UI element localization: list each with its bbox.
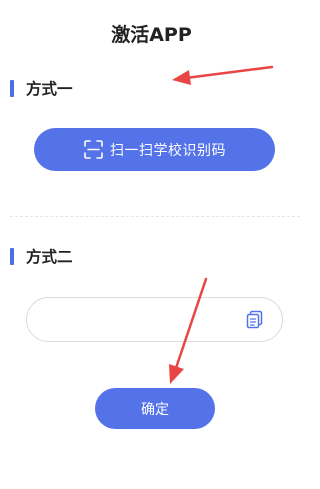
school-code-field — [26, 297, 283, 343]
section-accent-bar — [10, 247, 14, 265]
paste-clipboard-icon[interactable] — [245, 310, 264, 329]
section-method-two: 方式二 — [10, 247, 73, 266]
section-accent-bar — [10, 79, 14, 97]
scan-school-code-button[interactable]: 扫一扫学校识别码 — [34, 128, 275, 171]
confirm-button[interactable]: 确定 — [95, 388, 215, 429]
annotation-arrow-top — [172, 65, 274, 85]
section-method-one: 方式一 — [10, 79, 73, 98]
school-code-input[interactable] — [43, 298, 237, 343]
scan-button-label: 扫一扫学校识别码 — [110, 142, 226, 159]
activate-app-page: 激活APP 方式一 扫一扫学校识别码 方式二 确定 — [0, 0, 303, 489]
section-method-two-label: 方式二 — [26, 248, 73, 266]
scan-frame-icon — [83, 139, 104, 160]
page-title: 激活APP — [111, 24, 192, 46]
section-method-one-label: 方式一 — [26, 80, 73, 98]
section-divider — [10, 216, 300, 217]
